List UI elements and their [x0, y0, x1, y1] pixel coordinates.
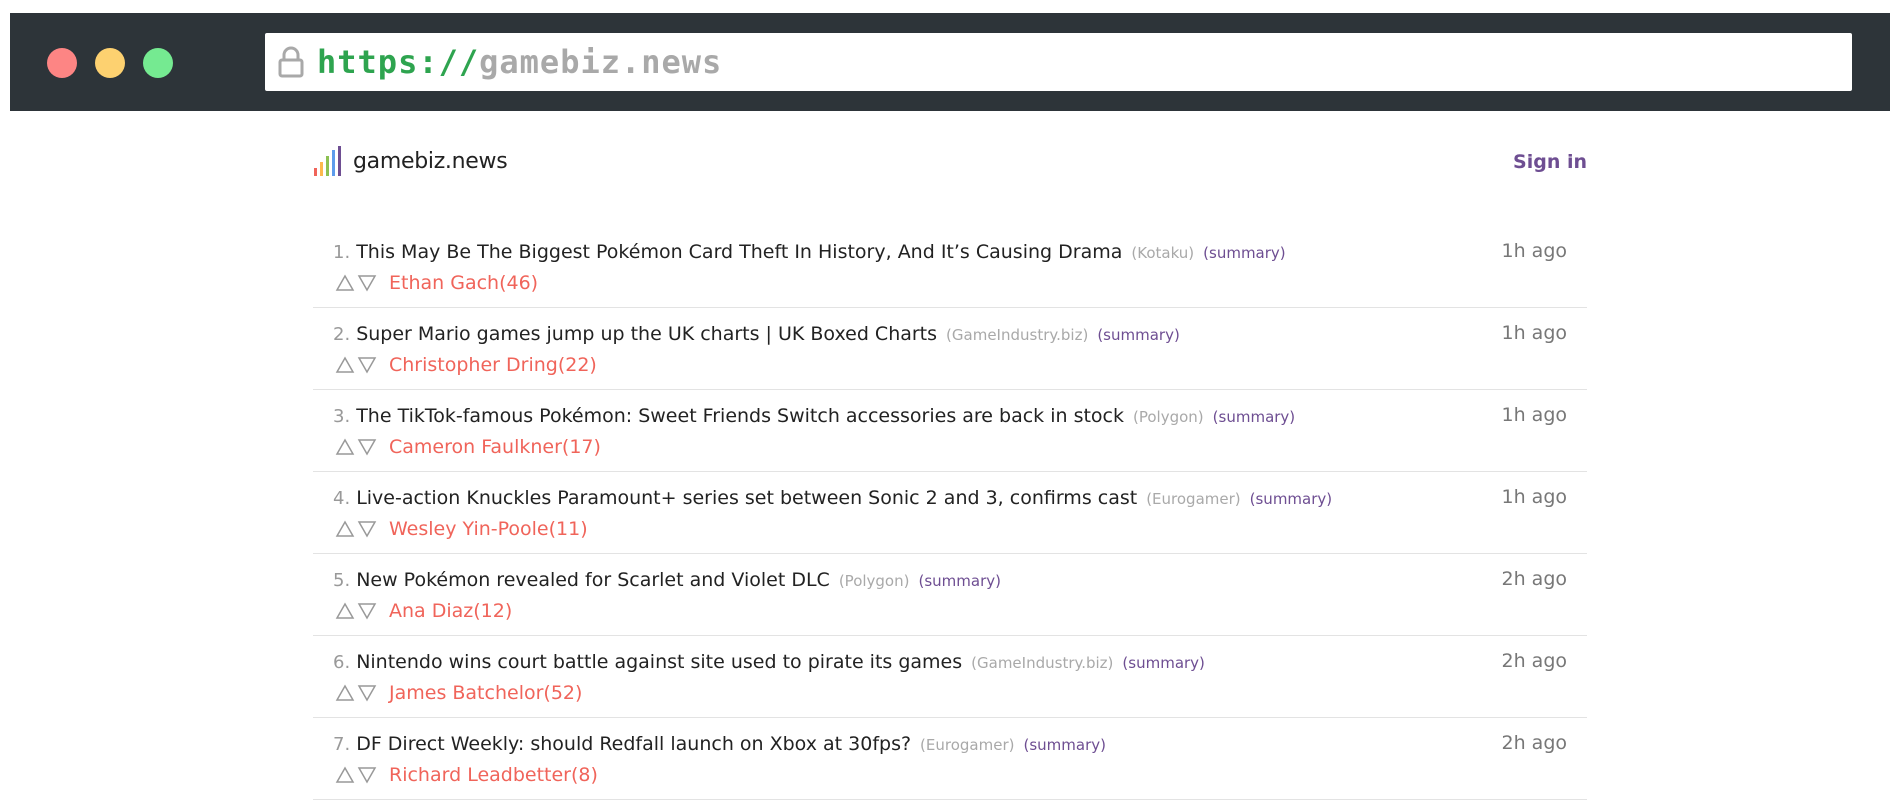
story-summary-link[interactable]: (summary)	[1023, 736, 1106, 754]
downvote-icon[interactable]	[357, 766, 377, 784]
story-headline: 6. Nintendo wins court battle against si…	[333, 651, 1205, 673]
url-text: https://gamebiz.news	[317, 43, 722, 81]
story-meta: Wesley Yin-Poole(11)	[335, 518, 588, 540]
story-rank: 6.	[333, 652, 351, 673]
address-bar[interactable]: https://gamebiz.news	[265, 33, 1852, 91]
story-title-link[interactable]: Nintendo wins court battle against site …	[356, 651, 962, 673]
story-meta: Christopher Dring(22)	[335, 354, 597, 376]
story-author-link[interactable]: Ethan Gach(46)	[389, 272, 538, 294]
downvote-icon[interactable]	[357, 602, 377, 620]
downvote-icon[interactable]	[357, 274, 377, 292]
close-window-button[interactable]	[47, 48, 77, 78]
site-header: gamebiz.news Sign in	[313, 111, 1587, 211]
story-title-link[interactable]: The TikTok-famous Pokémon: Sweet Friends…	[356, 405, 1124, 427]
story-item: 5. New Pokémon revealed for Scarlet and …	[313, 554, 1587, 636]
story-meta: James Batchelor(52)	[335, 682, 582, 704]
story-meta: Ana Diaz(12)	[335, 600, 512, 622]
story-source: (Polygon)	[838, 572, 910, 590]
story-time: 1h ago	[1501, 322, 1568, 344]
story-time: 2h ago	[1501, 732, 1568, 754]
story-author-link[interactable]: James Batchelor(52)	[389, 682, 582, 704]
story-summary-link[interactable]: (summary)	[1250, 490, 1333, 508]
story-source: (Kotaku)	[1131, 244, 1195, 262]
lock-icon	[277, 45, 305, 79]
story-author-link[interactable]: Wesley Yin-Poole(11)	[389, 518, 588, 540]
story-author-link[interactable]: Cameron Faulkner(17)	[389, 436, 601, 458]
story-list: 1. This May Be The Biggest Pokémon Card …	[313, 226, 1587, 800]
story-rank: 1.	[333, 242, 351, 263]
story-source: (Eurogamer)	[920, 736, 1015, 754]
upvote-icon[interactable]	[335, 766, 355, 784]
story-time: 1h ago	[1501, 486, 1568, 508]
story-source: (GameIndustry.biz)	[971, 654, 1114, 672]
story-title-link[interactable]: Super Mario games jump up the UK charts …	[356, 323, 937, 345]
story-author-link[interactable]: Christopher Dring(22)	[389, 354, 597, 376]
upvote-icon[interactable]	[335, 684, 355, 702]
story-headline: 4. Live-action Knuckles Paramount+ serie…	[333, 487, 1332, 509]
story-summary-link[interactable]: (summary)	[1097, 326, 1180, 344]
downvote-icon[interactable]	[357, 356, 377, 374]
minimize-window-button[interactable]	[95, 48, 125, 78]
url-host: gamebiz.news	[479, 43, 723, 81]
upvote-icon[interactable]	[335, 274, 355, 292]
site-name: gamebiz.news	[353, 148, 508, 174]
story-item: 4. Live-action Knuckles Paramount+ serie…	[313, 472, 1587, 554]
story-summary-link[interactable]: (summary)	[1213, 408, 1296, 426]
story-item: 2. Super Mario games jump up the UK char…	[313, 308, 1587, 390]
story-author-link[interactable]: Ana Diaz(12)	[389, 600, 512, 622]
story-time: 2h ago	[1501, 568, 1568, 590]
story-meta: Cameron Faulkner(17)	[335, 436, 601, 458]
story-time: 1h ago	[1501, 404, 1568, 426]
site-logo-link[interactable]: gamebiz.news	[313, 146, 508, 176]
story-item: 7. DF Direct Weekly: should Redfall laun…	[313, 718, 1587, 800]
story-author-link[interactable]: Richard Leadbetter(8)	[389, 764, 598, 786]
browser-chrome: https://gamebiz.news	[10, 13, 1890, 111]
story-headline: 7. DF Direct Weekly: should Redfall laun…	[333, 733, 1106, 755]
bar-chart-logo-icon	[313, 146, 341, 176]
story-item: 3. The TikTok-famous Pokémon: Sweet Frie…	[313, 390, 1587, 472]
story-item: 1. This May Be The Biggest Pokémon Card …	[313, 226, 1587, 308]
story-meta: Ethan Gach(46)	[335, 272, 538, 294]
maximize-window-button[interactable]	[143, 48, 173, 78]
story-item: 6. Nintendo wins court battle against si…	[313, 636, 1587, 718]
story-summary-link[interactable]: (summary)	[918, 572, 1001, 590]
upvote-icon[interactable]	[335, 602, 355, 620]
story-rank: 5.	[333, 570, 351, 591]
sign-in-link[interactable]: Sign in	[1513, 151, 1587, 173]
story-time: 1h ago	[1501, 240, 1568, 262]
story-title-link[interactable]: DF Direct Weekly: should Redfall launch …	[356, 733, 911, 755]
downvote-icon[interactable]	[357, 438, 377, 456]
story-rank: 7.	[333, 734, 351, 755]
story-headline: 1. This May Be The Biggest Pokémon Card …	[333, 241, 1286, 263]
story-summary-link[interactable]: (summary)	[1203, 244, 1286, 262]
url-scheme: https://	[317, 43, 480, 81]
story-source: (Eurogamer)	[1146, 490, 1241, 508]
story-rank: 3.	[333, 406, 351, 427]
story-meta: Richard Leadbetter(8)	[335, 764, 598, 786]
story-title-link[interactable]: New Pokémon revealed for Scarlet and Vio…	[356, 569, 830, 591]
upvote-icon[interactable]	[335, 438, 355, 456]
upvote-icon[interactable]	[335, 520, 355, 538]
story-headline: 3. The TikTok-famous Pokémon: Sweet Frie…	[333, 405, 1295, 427]
upvote-icon[interactable]	[335, 356, 355, 374]
story-headline: 5. New Pokémon revealed for Scarlet and …	[333, 569, 1001, 591]
story-source: (GameIndustry.biz)	[946, 326, 1089, 344]
story-title-link[interactable]: This May Be The Biggest Pokémon Card The…	[356, 241, 1122, 263]
story-time: 2h ago	[1501, 650, 1568, 672]
story-rank: 2.	[333, 324, 351, 345]
story-summary-link[interactable]: (summary)	[1122, 654, 1205, 672]
story-rank: 4.	[333, 488, 351, 509]
page-content: gamebiz.news Sign in 1. This May Be The …	[313, 111, 1587, 800]
downvote-icon[interactable]	[357, 520, 377, 538]
story-headline: 2. Super Mario games jump up the UK char…	[333, 323, 1180, 345]
downvote-icon[interactable]	[357, 684, 377, 702]
story-title-link[interactable]: Live-action Knuckles Paramount+ series s…	[356, 487, 1137, 509]
story-source: (Polygon)	[1133, 408, 1204, 426]
